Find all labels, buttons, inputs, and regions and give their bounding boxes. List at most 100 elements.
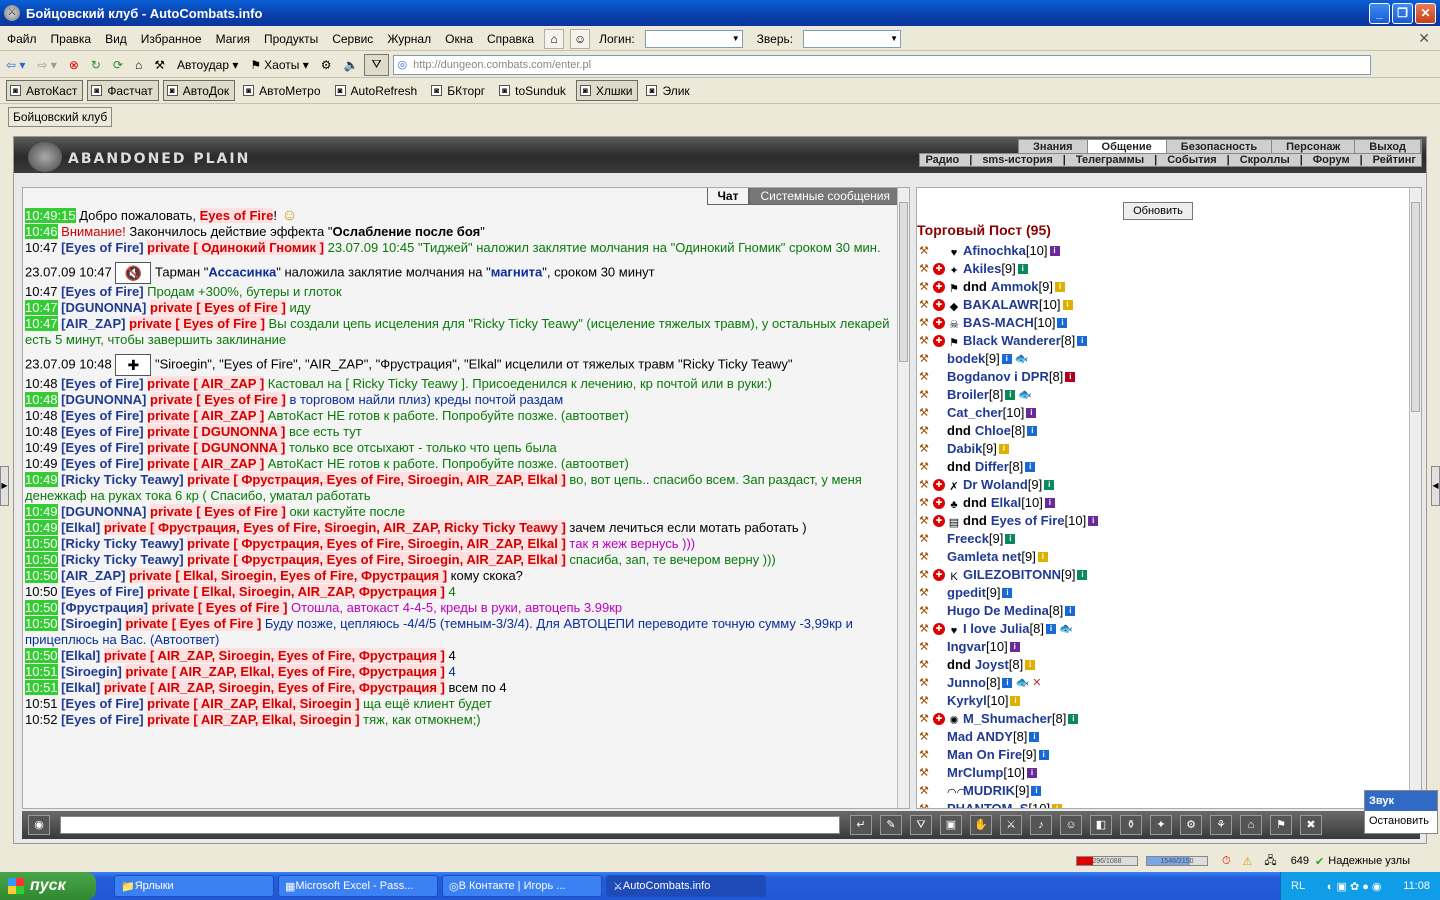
message-time[interactable]: 10:52 bbox=[25, 712, 58, 727]
sender-nick[interactable]: [Elkal] bbox=[61, 520, 100, 535]
user-info-icon[interactable]: i bbox=[1045, 624, 1056, 634]
user-row[interactable]: ⚒ Junno [8] i 🐟 ✕ bbox=[919, 674, 1407, 692]
chat-tool-icon[interactable]: ⚘ bbox=[1210, 815, 1232, 835]
message-time[interactable]: 10:49:15 bbox=[25, 208, 76, 223]
chat-tool-icon[interactable]: ✖ bbox=[1300, 815, 1322, 835]
nav-item[interactable]: Знания bbox=[1019, 140, 1088, 154]
menu-item[interactable]: Файл bbox=[0, 32, 44, 46]
menu-item[interactable]: Сервис bbox=[325, 32, 380, 46]
subnav-item[interactable]: Радио bbox=[920, 154, 964, 166]
menu-item[interactable]: Избранное bbox=[134, 32, 209, 46]
user-name[interactable]: Ingvar bbox=[947, 638, 986, 656]
language-indicator[interactable]: RL bbox=[1291, 880, 1305, 892]
autoudar-menu[interactable]: Автоудар ▾ bbox=[171, 54, 244, 76]
user-name[interactable]: Freeck bbox=[947, 530, 989, 548]
user-row[interactable]: ⚒ Mad ANDY [8] i bbox=[919, 728, 1407, 746]
subnav-item[interactable]: Форум bbox=[1308, 154, 1355, 166]
user-row[interactable]: ⚒ ✚ ⚑ Black Wanderer [8] i bbox=[919, 332, 1407, 350]
user-name[interactable]: M_Shumacher bbox=[963, 710, 1052, 728]
quick-button[interactable]: ◙ АвтоМетро bbox=[239, 80, 326, 101]
stop-item[interactable]: Остановить bbox=[1365, 811, 1437, 831]
sender-nick[interactable]: [DGUNONNA] bbox=[61, 300, 146, 315]
private-recipients[interactable]: private [ Elkal, Siroegin, AIR_ZAP, Фрус… bbox=[147, 584, 445, 599]
user-name[interactable]: PHANTOM_S bbox=[947, 800, 1028, 808]
message-time[interactable]: 10:49 bbox=[25, 472, 58, 487]
user-info-icon[interactable]: i bbox=[1017, 264, 1028, 274]
user-name[interactable]: Dabik bbox=[947, 440, 982, 458]
sender-nick[interactable]: [Eyes of Fire] bbox=[61, 284, 143, 299]
chat-tool-icon[interactable]: ✋ bbox=[970, 815, 992, 835]
user-row[interactable]: ⚒ ✚ ✗ Dr Woland [9] i bbox=[919, 476, 1407, 494]
sender-nick[interactable]: [Eyes of Fire] bbox=[61, 584, 143, 599]
subnav-item[interactable]: События bbox=[1162, 154, 1221, 166]
user-info-icon[interactable]: i bbox=[1057, 318, 1068, 328]
message-time[interactable]: 10:47 bbox=[25, 284, 58, 299]
gear-icon[interactable]: ⚙ bbox=[315, 54, 338, 76]
message-time[interactable]: 10:48 bbox=[25, 424, 58, 439]
user-row[interactable]: ⚒ ✚ K GILEZOBITONN [9] i bbox=[919, 566, 1407, 584]
sender-nick[interactable]: [Siroegin] bbox=[61, 664, 122, 679]
private-recipients[interactable]: private [ Elkal, Siroegin, Eyes of Fire,… bbox=[129, 568, 448, 583]
user-name[interactable]: Broiler bbox=[947, 386, 989, 404]
user-row[interactable]: ⚒ bodek [9] i 🐟 bbox=[919, 350, 1407, 368]
beast-combo[interactable]: ▼ bbox=[803, 29, 902, 48]
menu-item[interactable]: Магия bbox=[209, 32, 257, 46]
chat-tool-icon[interactable]: ✎ bbox=[880, 815, 902, 835]
menu-item[interactable]: Окна bbox=[438, 32, 480, 46]
menu-item[interactable]: Правка bbox=[44, 32, 99, 46]
private-recipients[interactable]: private [ DGUNONNA ] bbox=[147, 424, 286, 439]
private-recipients[interactable]: private [ AIR_ZAP ] bbox=[147, 376, 265, 391]
left-collapse-icon[interactable]: ▶ bbox=[0, 466, 9, 506]
menu-item[interactable]: Справка bbox=[480, 32, 541, 46]
user-info-icon[interactable]: i bbox=[1002, 588, 1013, 598]
refresh-icon[interactable]: ↻ bbox=[85, 54, 107, 76]
user-info-icon[interactable]: i bbox=[1049, 246, 1060, 256]
user-info-icon[interactable]: i bbox=[1037, 552, 1048, 562]
user-info-icon[interactable]: i bbox=[1065, 606, 1076, 616]
user-name[interactable]: Eyes of Fire bbox=[991, 512, 1065, 530]
user-row[interactable]: ⚒ ✚ ⚑ dnd Ammok [9] i bbox=[919, 278, 1407, 296]
login-combo[interactable]: ▼ bbox=[644, 29, 743, 48]
chat-tool-icon[interactable]: ▣ bbox=[940, 815, 962, 835]
user-row[interactable]: ⚒ dnd Chloe [8] i bbox=[919, 422, 1407, 440]
private-recipients[interactable]: private [ AIR_ZAP, Elkal, Siroegin ] bbox=[147, 696, 360, 711]
user-name[interactable]: Differ bbox=[975, 458, 1009, 476]
private-recipients[interactable]: private [ Eyes of Fire ] bbox=[150, 300, 286, 315]
private-recipients[interactable]: private [ Фрустрация, Eyes of Fire, Siro… bbox=[187, 472, 566, 487]
sender-nick[interactable]: [Eyes of Fire] bbox=[61, 712, 143, 727]
user-row[interactable]: ⚒ Ingvar [10] i bbox=[919, 638, 1407, 656]
chat-tool-icon[interactable]: ◧ bbox=[1090, 815, 1112, 835]
quick-button[interactable]: ◙ Элик bbox=[642, 80, 695, 101]
user-info-icon[interactable]: i bbox=[1031, 786, 1042, 796]
sender-nick[interactable]: [Ricky Ticky Teawy] bbox=[61, 536, 183, 551]
sender-nick[interactable]: [Eyes of Fire] bbox=[61, 408, 143, 423]
message-time[interactable]: 10:49 bbox=[25, 440, 58, 455]
user-info-icon[interactable]: i bbox=[1002, 678, 1013, 688]
user-row[interactable]: ⚒ dnd Joyst [8] i bbox=[919, 656, 1407, 674]
user-info-icon[interactable]: i bbox=[1052, 804, 1063, 808]
user-info-icon[interactable]: i bbox=[1005, 390, 1016, 400]
user-row[interactable]: ⚒ ♥ Afinochka [10] i bbox=[919, 242, 1407, 260]
sender-nick[interactable]: [Eyes of Fire] bbox=[61, 376, 143, 391]
minimize-button[interactable]: _ bbox=[1369, 2, 1390, 24]
chat-input[interactable] bbox=[60, 816, 840, 834]
user-row[interactable]: ⚒ ✚ ◆ BAKALAWR [10] i bbox=[919, 296, 1407, 314]
nav-item[interactable]: Безопасность bbox=[1167, 140, 1273, 154]
user-name[interactable]: I love Julia bbox=[963, 620, 1029, 638]
nav-item[interactable]: Выход bbox=[1355, 140, 1421, 154]
subnav-item[interactable]: Рейтинг bbox=[1368, 154, 1421, 166]
chat-tool-icon[interactable]: ✦ bbox=[1150, 815, 1172, 835]
user-info-icon[interactable]: i bbox=[1044, 480, 1055, 490]
user-row[interactable]: ⚒ Cat_cher [10] i bbox=[919, 404, 1407, 422]
user-name[interactable]: bodek bbox=[947, 350, 985, 368]
message-time[interactable]: 10:48 bbox=[25, 408, 58, 423]
user-info-icon[interactable]: i bbox=[1088, 516, 1099, 526]
message-time[interactable]: 23.07.09 10:47 bbox=[25, 264, 112, 279]
quick-button[interactable]: ◙ БКторг bbox=[427, 80, 491, 101]
message-time[interactable]: 10:51 bbox=[25, 696, 58, 711]
refresh-button[interactable]: Обновить bbox=[1123, 202, 1193, 220]
user-name[interactable]: MUDRIK bbox=[963, 782, 1015, 800]
user-name[interactable]: Cat_cher bbox=[947, 404, 1003, 422]
user-name[interactable]: GILEZOBITONN bbox=[963, 566, 1061, 584]
user-info-icon[interactable]: i bbox=[1062, 300, 1073, 310]
